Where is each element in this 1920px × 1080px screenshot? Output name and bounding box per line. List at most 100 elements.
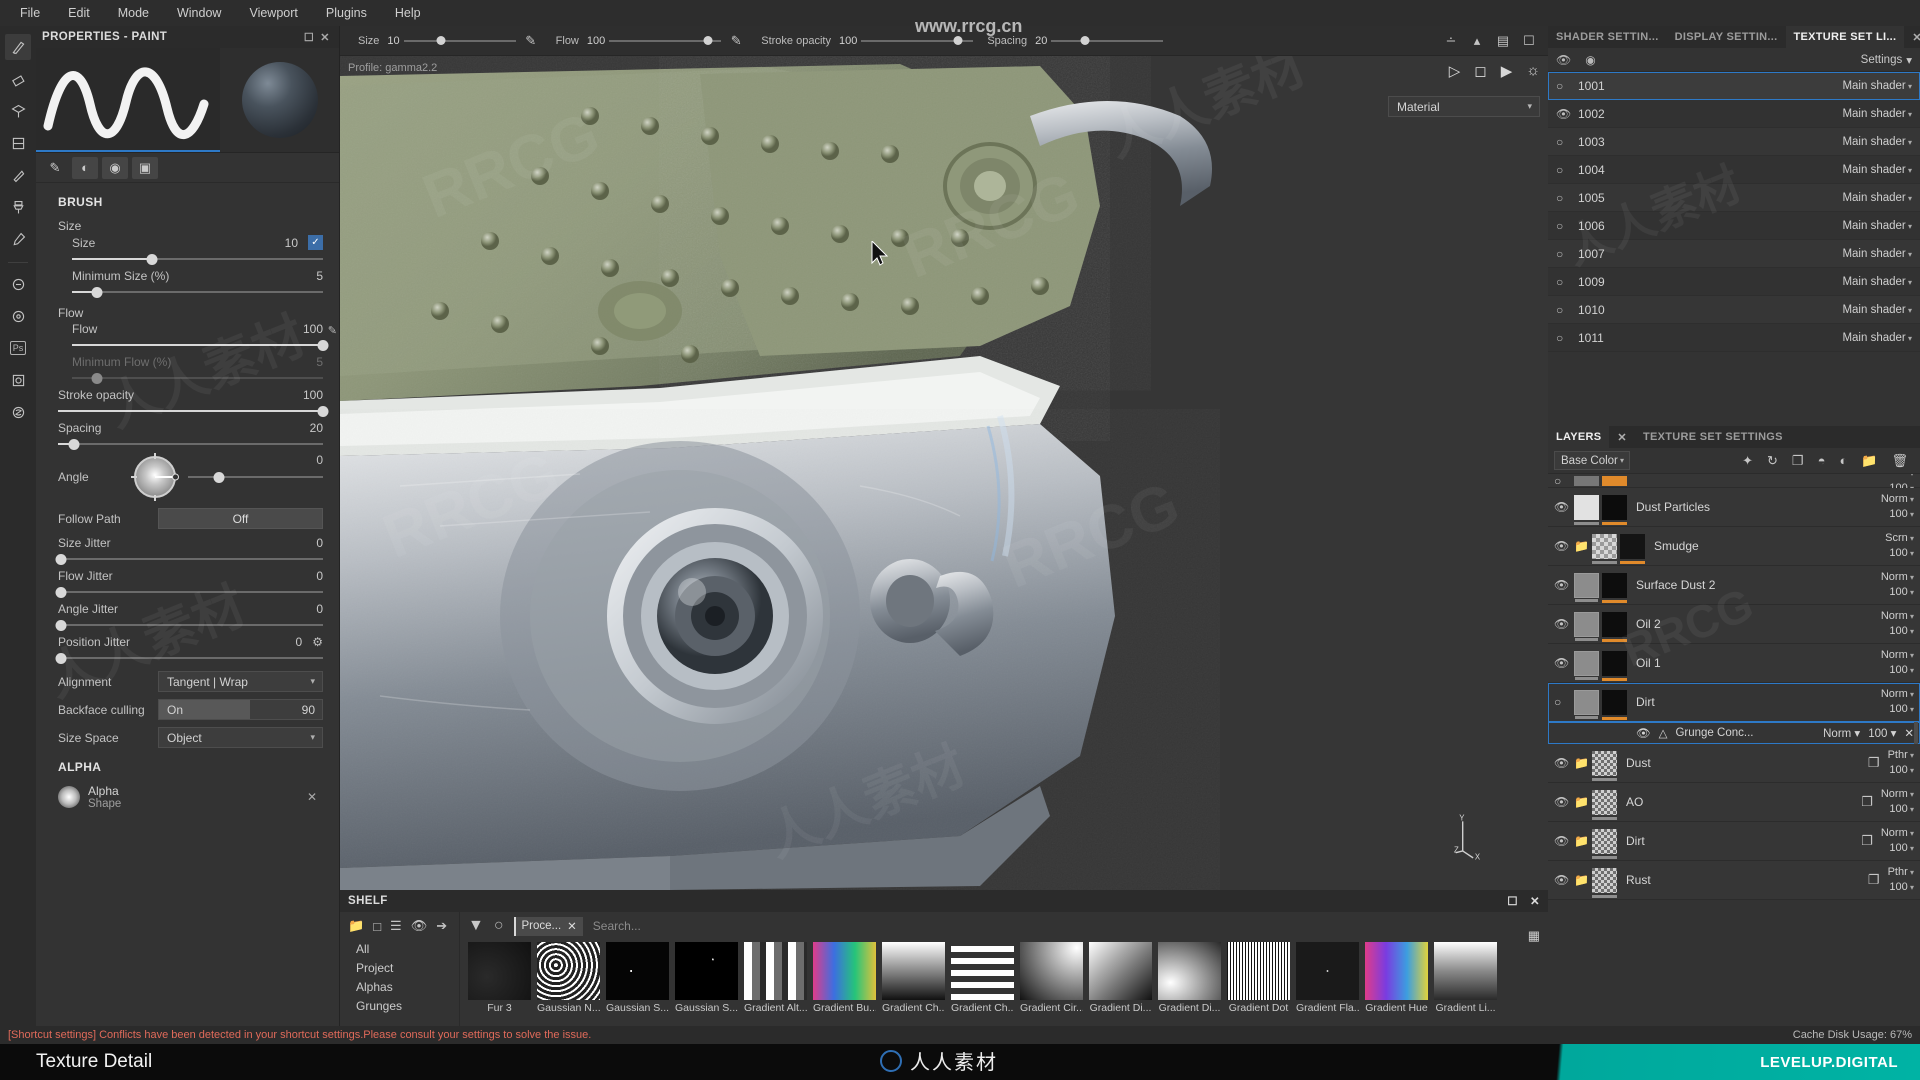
symmetry-icon[interactable]: ∸: [1440, 30, 1462, 52]
stroke-opacity-row[interactable]: Stroke opacity 100: [52, 388, 329, 417]
layer-row[interactable]: ○ Dirt Norm100: [1548, 683, 1920, 722]
texture-set-row[interactable]: ○ 1003 Main shader: [1548, 128, 1920, 156]
layer-mask-thumbnail[interactable]: [1620, 533, 1645, 564]
blend-mode[interactable]: Norm: [1881, 570, 1914, 585]
layer-row[interactable]: 👁 Oil 1 Norm100: [1548, 644, 1920, 683]
alignment-dropdown[interactable]: Tangent | Wrap: [158, 671, 323, 692]
shelf-item[interactable]: Gradient Ch...: [951, 942, 1014, 1014]
shelf-item-thumbnail[interactable]: [1158, 942, 1221, 1000]
vp-flow-slider[interactable]: [609, 34, 722, 48]
layer-opacity[interactable]: 100: [1889, 880, 1914, 895]
shelf-tree-item-all[interactable]: All: [356, 940, 459, 959]
visibility-icon[interactable]: ○: [1556, 163, 1578, 177]
shelf-tree-item-alphas[interactable]: Alphas: [356, 978, 459, 997]
add-fill-layer-icon[interactable]: ❐: [1792, 453, 1804, 469]
viewport-canvas[interactable]: Profile: gamma2.2 ▷ ◻ ▶ ☼ Material ▾ Y X…: [340, 56, 1548, 890]
shelf-item[interactable]: Gradient Di...: [1158, 942, 1221, 1014]
position-jitter-settings-icon[interactable]: ⚙: [312, 635, 323, 649]
visibility-icon[interactable]: 👁: [1554, 617, 1574, 631]
layer-thumbnail[interactable]: [1592, 533, 1617, 564]
active-filter-chip[interactable]: Proce... ✕: [513, 916, 583, 936]
tab-texture-set-settings[interactable]: TEXTURE SET SETTINGS: [1635, 426, 1791, 448]
layer-opacity[interactable]: 100: [1889, 802, 1914, 817]
physical-paint-tool-icon[interactable]: [5, 271, 31, 297]
visibility-icon[interactable]: ○: [1556, 135, 1578, 149]
list-view-icon[interactable]: ☰: [390, 918, 402, 934]
smudge-tool-icon[interactable]: [5, 162, 31, 188]
visibility-icon[interactable]: 👁: [1554, 656, 1574, 670]
visibility-icon[interactable]: ○: [1556, 303, 1578, 317]
position-jitter-row[interactable]: Position Jitter 0 ⚙: [52, 635, 323, 664]
shelf-search-input[interactable]: Search...: [593, 919, 641, 933]
shelf-item[interactable]: Gradient Di...: [1089, 942, 1152, 1014]
shader-dropdown[interactable]: Main shader: [1842, 192, 1912, 204]
layers-close-icon[interactable]: ✕: [1609, 431, 1635, 444]
visibility-icon[interactable]: ○: [1556, 79, 1578, 93]
gradient-mode-icon[interactable]: ▣: [132, 156, 158, 179]
uv-projection-icon[interactable]: ☐: [1518, 30, 1540, 52]
shader-dropdown[interactable]: Main shader: [1842, 276, 1912, 288]
shelf-item-thumbnail[interactable]: [537, 942, 600, 1000]
shelf-item-thumbnail[interactable]: [606, 942, 669, 1000]
flow-jitter-row[interactable]: Flow Jitter 0: [52, 569, 323, 598]
layer-thumbnail[interactable]: [1574, 572, 1599, 602]
menu-item-help[interactable]: Help: [381, 0, 435, 26]
shelf-item[interactable]: Gaussian S...: [675, 942, 738, 1014]
layer-thumbnail[interactable]: [1574, 475, 1599, 486]
layer-thumbnail[interactable]: [1574, 689, 1599, 719]
alpha-row[interactable]: Alpha Shape ✕: [58, 784, 317, 810]
new-item-icon[interactable]: □: [373, 919, 381, 934]
layer-row[interactable]: 👁 Oil 2 Norm100: [1548, 605, 1920, 644]
visibility-icon[interactable]: 👁: [1636, 726, 1651, 740]
photoshop-link-icon[interactable]: Ps: [5, 335, 31, 361]
size-slider-row[interactable]: Size 10 ✓: [52, 235, 323, 265]
backface-culling-toggle[interactable]: On 90: [158, 699, 323, 720]
eraser-tool-icon[interactable]: [5, 66, 31, 92]
tab-shader-settings[interactable]: SHADER SETTIN...: [1548, 26, 1667, 48]
layer-opacity[interactable]: 100: [1889, 763, 1914, 778]
shader-dropdown[interactable]: Main shader: [1842, 164, 1912, 176]
shelf-item-thumbnail[interactable]: [1434, 942, 1497, 1000]
material-dropdown[interactable]: Material: [1388, 96, 1540, 117]
shelf-item-thumbnail[interactable]: [1365, 942, 1428, 1000]
visibility-icon[interactable]: 👁: [1554, 873, 1574, 887]
blend-mode[interactable]: Norm: [1881, 648, 1914, 663]
shelf-float-icon[interactable]: ☐: [1507, 894, 1518, 908]
menu-item-plugins[interactable]: Plugins: [312, 0, 381, 26]
layer-opacity[interactable]: 100: [1889, 624, 1914, 639]
folder-icon[interactable]: 📁: [348, 918, 364, 934]
color-picker-tool-icon[interactable]: [5, 226, 31, 252]
alignment-row[interactable]: Alignment Tangent | Wrap: [58, 671, 323, 692]
follow-path-toggle[interactable]: Off: [158, 508, 323, 529]
effect-blend-mode[interactable]: Norm ▾: [1823, 726, 1860, 740]
visibility-icon[interactable]: 👁: [1554, 795, 1574, 809]
menu-item-mode[interactable]: Mode: [104, 0, 163, 26]
shelf-item-thumbnail[interactable]: [1020, 942, 1083, 1000]
layer-thumbnail[interactable]: [1592, 750, 1617, 781]
viewport[interactable]: Size 10 ✎ Flow 100 ✎ Stroke opacity 100 …: [340, 26, 1548, 890]
shader-dropdown[interactable]: Main shader: [1842, 332, 1912, 344]
blend-mode[interactable]: Norm: [1881, 826, 1914, 841]
layer-list[interactable]: ○100👁Dust ParticlesNorm100👁📁SmudgeScrn10…: [1548, 474, 1920, 1030]
baker-tool-icon[interactable]: [5, 367, 31, 393]
layer-mask-thumbnail[interactable]: [1602, 475, 1627, 486]
layer-mask-thumbnail[interactable]: [1602, 689, 1627, 720]
size-pressure-checkbox[interactable]: ✓: [308, 235, 323, 250]
shader-dropdown[interactable]: Main shader: [1842, 80, 1912, 92]
shelf-item-thumbnail[interactable]: [1089, 942, 1152, 1000]
mirror-icon[interactable]: ▴: [1466, 30, 1488, 52]
texture-set-close-icon[interactable]: ✕: [1904, 31, 1920, 44]
paint-tool-icon[interactable]: [5, 34, 31, 60]
blend-mode[interactable]: Norm: [1881, 787, 1914, 802]
polygon-fill-tool-icon[interactable]: [5, 130, 31, 156]
vp-spacing-slider[interactable]: [1051, 34, 1164, 48]
tile-icon[interactable]: ▤: [1492, 30, 1514, 52]
tab-texture-set-list[interactable]: TEXTURE SET LI...: [1785, 26, 1905, 48]
layer-opacity[interactable]: 100: [1889, 841, 1914, 856]
close-panel-icon[interactable]: ✕: [317, 29, 333, 45]
delete-layer-icon[interactable]: 🗑: [1891, 453, 1908, 469]
visibility-icon[interactable]: ○: [1554, 474, 1574, 488]
texture-set-row[interactable]: ○ 1006 Main shader: [1548, 212, 1920, 240]
channel-dropdown[interactable]: Base Color: [1554, 451, 1630, 470]
blend-mode[interactable]: Norm: [1881, 687, 1914, 702]
